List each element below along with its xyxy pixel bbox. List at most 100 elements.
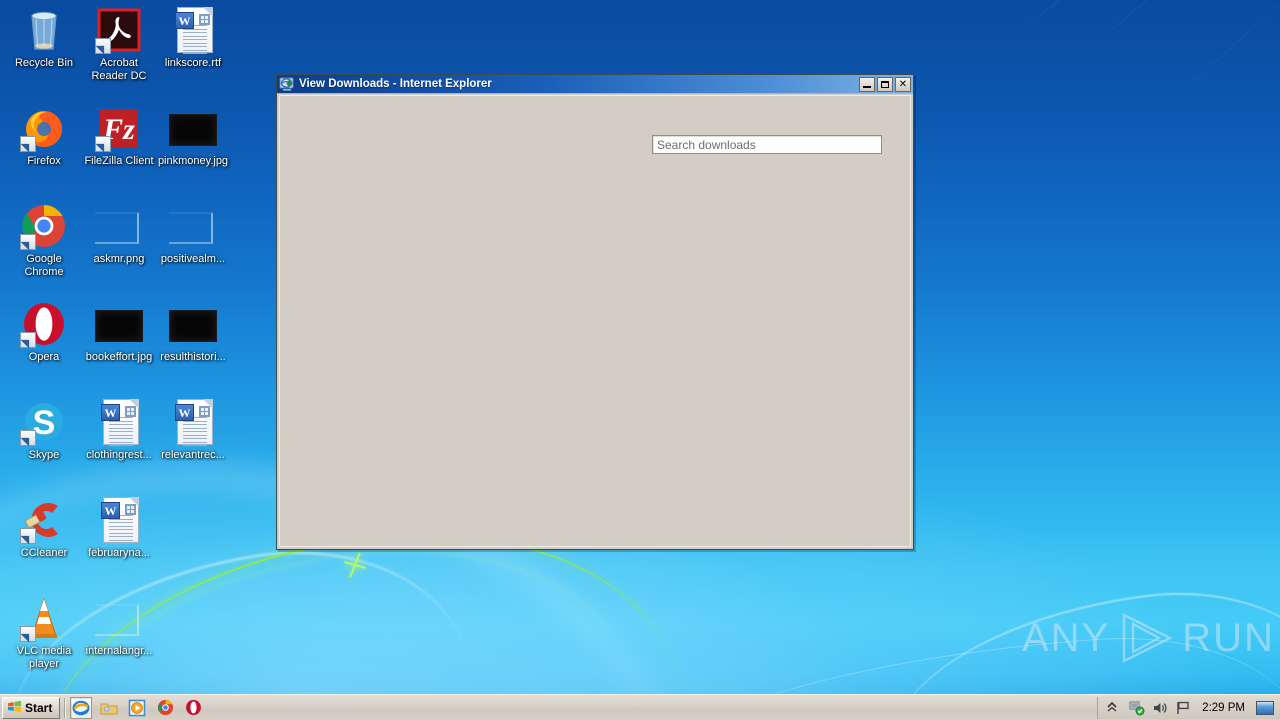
desktop-icon-label: resulthistori... (160, 351, 226, 363)
desktop-icon-label: clothingrest... (86, 449, 152, 461)
taskbar-media-player-icon[interactable] (126, 697, 148, 719)
close-button[interactable]: ✕ (895, 76, 911, 92)
word-doc-icon: W (169, 6, 217, 54)
desktop-icon-pinkmoney-jpg[interactable]: pinkmoney.jpg (155, 104, 231, 168)
taskbar-google-chrome-icon[interactable] (154, 697, 176, 719)
maximize-button[interactable] (877, 76, 893, 92)
shortcut-overlay-icon (20, 234, 36, 250)
start-button-label: Start (25, 700, 53, 715)
desktop-icon-label: Google Chrome (24, 253, 64, 278)
search-downloads-input[interactable] (652, 135, 882, 154)
window-controls[interactable]: ✕ (859, 76, 911, 92)
skype-icon: S (20, 398, 68, 446)
desktop-icon-label: Acrobat Reader DC (91, 57, 147, 82)
wallpaper-light-streak (939, 0, 1098, 15)
taskbar-separator (64, 697, 67, 718)
view-downloads-window[interactable]: View Downloads - Internet Explorer ✕ (276, 74, 914, 550)
png-thumb-icon (95, 202, 143, 250)
close-icon: ✕ (898, 78, 908, 90)
ccleaner-icon (20, 496, 68, 544)
filezilla-icon: Fz (95, 104, 143, 152)
word-doc-icon: W (169, 398, 217, 446)
desktop-icon-recycle-bin[interactable]: Recycle Bin (6, 6, 82, 70)
desktop-icon-filezilla-client[interactable]: Fz FileZilla Client (81, 104, 157, 168)
minimize-button[interactable] (859, 76, 875, 92)
desktop-icon-firefox[interactable]: Firefox (6, 104, 82, 168)
shortcut-overlay-icon (95, 136, 111, 152)
png-thumb-icon (169, 202, 217, 250)
window-titlebar[interactable]: View Downloads - Internet Explorer ✕ (277, 75, 913, 94)
taskbar[interactable]: Start 2:29 PM (0, 694, 1280, 720)
desktop-icon-februaryna[interactable]: W februaryna... (81, 496, 157, 560)
taskbar-internet-explorer-icon[interactable] (70, 696, 93, 719)
taskbar-clock[interactable]: 2:29 PM (1202, 702, 1245, 714)
desktop-icon-label: positivealm... (160, 253, 226, 265)
acrobat-icon (95, 6, 143, 54)
jpg-thumb-icon (169, 104, 217, 152)
desktop-icon-acrobat[interactable]: Acrobat Reader DC (81, 6, 157, 83)
desktop-icon-resulthistori[interactable]: resulthistori... (155, 300, 231, 364)
wallpaper-light-streak (1074, 0, 1267, 62)
taskbar-windows-explorer-icon[interactable] (98, 697, 120, 719)
shortcut-overlay-icon (20, 332, 36, 348)
shortcut-overlay-icon (20, 626, 36, 642)
vlc-icon (20, 594, 68, 642)
action-center-flag-icon[interactable] (1175, 700, 1191, 716)
opera-icon (20, 300, 68, 348)
desktop-icon-label: Recycle Bin (14, 57, 74, 69)
desktop-icon-label: februaryna... (88, 547, 150, 559)
shortcut-overlay-icon (95, 38, 111, 54)
desktop-icon-label: bookeffort.jpg (85, 351, 153, 363)
desktop-icon-label: Skype (28, 449, 60, 461)
volume-icon[interactable] (1152, 700, 1168, 716)
network-icon[interactable] (1129, 700, 1145, 716)
internet-explorer-downloads-icon (279, 76, 295, 92)
desktop-icon-relevantrec[interactable]: W relevantrec... (155, 398, 231, 462)
desktop-icon-skype[interactable]: S Skype (6, 398, 82, 462)
desktop-icon-internalangr[interactable]: internalangr... (81, 594, 157, 658)
desktop-icon-vlc-media[interactable]: VLC media player (6, 594, 82, 671)
desktop-icon-ccleaner[interactable]: CCleaner (6, 496, 82, 560)
desktop-icon-label: VLC media player (16, 645, 72, 670)
desktop-icon-opera[interactable]: Opera (6, 300, 82, 364)
desktop-icon-linkscore-rtf[interactable]: W linkscore.rtf (155, 6, 231, 70)
show-desktop-button[interactable] (1256, 700, 1274, 715)
show-hidden-icons-chevron-icon[interactable] (1106, 700, 1122, 716)
desktop-icon-askmr-png[interactable]: askmr.png (81, 202, 157, 266)
shortcut-overlay-icon (20, 528, 36, 544)
wallpaper-light-streak (1149, 0, 1280, 121)
search-downloads-container (652, 135, 882, 154)
desktop-icon-label: relevantrec... (161, 449, 225, 461)
desktop-icon-label: askmr.png (93, 253, 145, 265)
desktop-icon-label: CCleaner (20, 547, 68, 559)
system-tray[interactable]: 2:29 PM (1097, 696, 1280, 719)
svg-text:S: S (33, 404, 56, 442)
wallpaper-light-streak (1019, 0, 1257, 32)
word-doc-icon: W (95, 496, 143, 544)
shortcut-overlay-icon (20, 136, 36, 152)
desktop-icon-label: Firefox (27, 155, 61, 167)
jpg-thumb-icon (169, 300, 217, 348)
desktop-icon-label: internalangr... (85, 645, 153, 657)
firefox-icon (20, 104, 68, 152)
start-button[interactable]: Start (2, 696, 61, 719)
window-title: View Downloads - Internet Explorer (299, 78, 492, 90)
quick-launch-bar[interactable] (70, 696, 204, 719)
word-doc-icon: W (95, 398, 143, 446)
desktop-icon-label: Opera (28, 351, 60, 363)
png-thumb-icon (95, 594, 143, 642)
desktop-icon-clothingrest[interactable]: W clothingrest... (81, 398, 157, 462)
desktop-icon-label: FileZilla Client (84, 155, 154, 167)
shortcut-overlay-icon (20, 430, 36, 446)
taskbar-opera-icon[interactable] (182, 697, 204, 719)
jpg-thumb-icon (95, 300, 143, 348)
desktop-icon-label: pinkmoney.jpg (157, 155, 229, 167)
recycle-bin-icon (20, 6, 68, 54)
desktop-icon-positivealm[interactable]: positivealm... (155, 202, 231, 266)
desktop-icon-bookeffort-jpg[interactable]: bookeffort.jpg (81, 300, 157, 364)
desktop-icon-label: linkscore.rtf (164, 57, 222, 69)
windows-logo-icon (7, 699, 22, 717)
downloads-content-area[interactable] (279, 95, 911, 547)
desktop-icon-google[interactable]: Google Chrome (6, 202, 82, 279)
chrome-icon (20, 202, 68, 250)
